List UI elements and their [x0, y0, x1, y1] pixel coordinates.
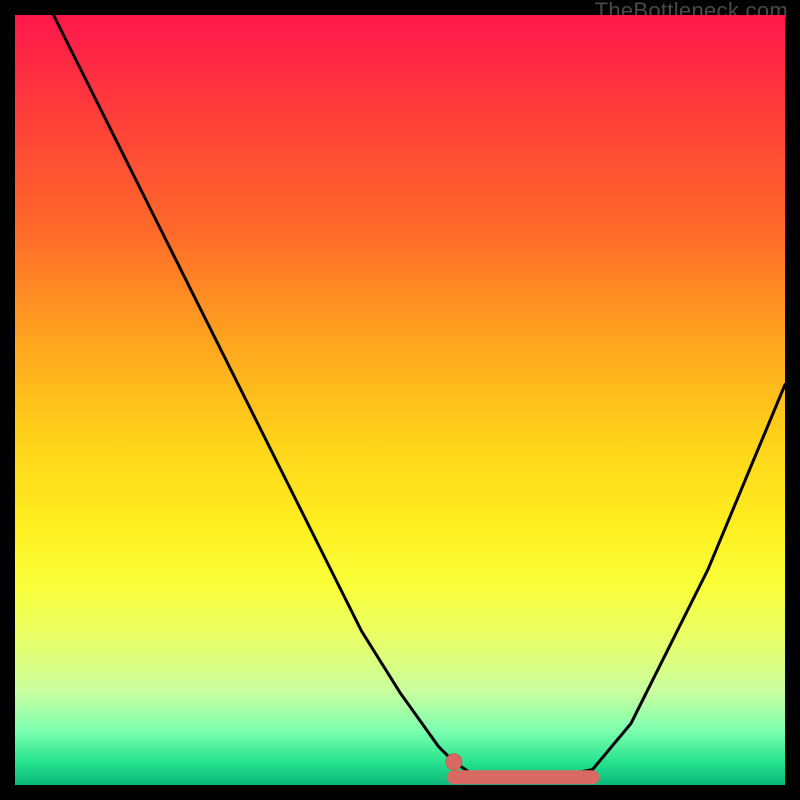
plot-area: [15, 15, 785, 785]
dot-marker: [446, 754, 462, 770]
chart-stage: TheBottleneck.com: [0, 0, 800, 800]
plot-svg: [15, 15, 785, 785]
bottleneck-curve: [15, 15, 785, 777]
